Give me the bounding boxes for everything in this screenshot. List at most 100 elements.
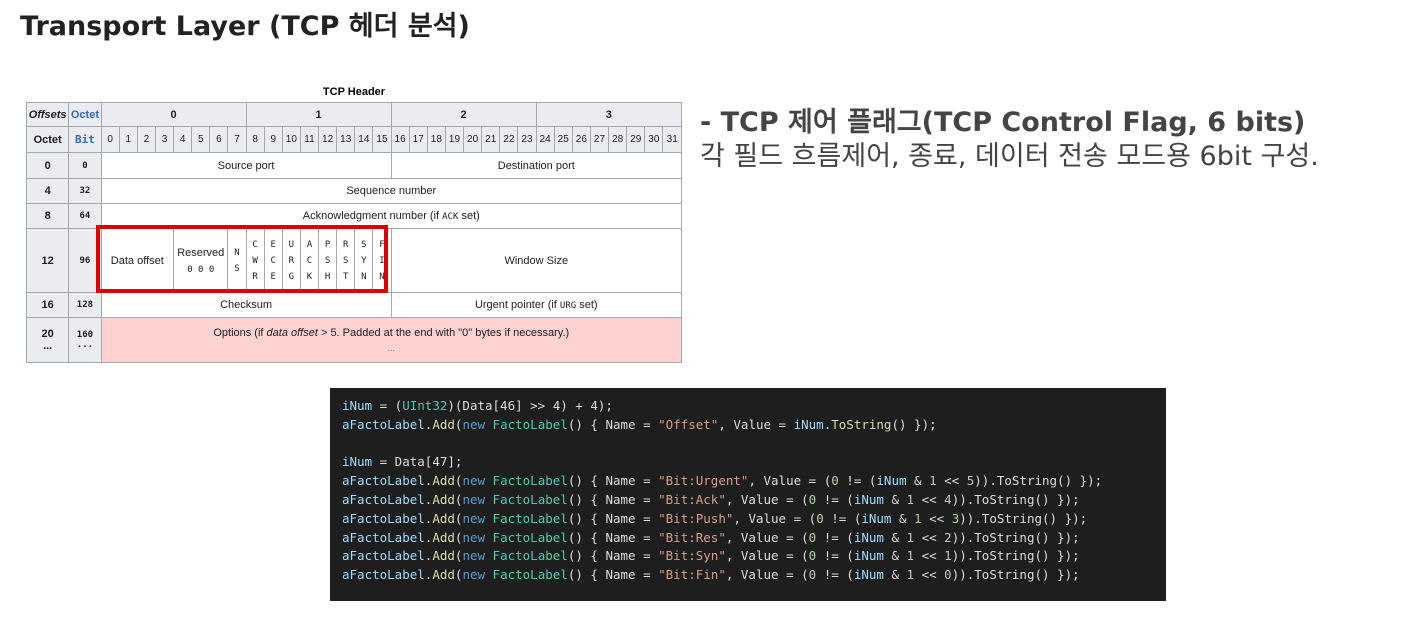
code-token: 0 xyxy=(816,510,824,526)
bit-number: 28 xyxy=(608,126,628,153)
code-token: FactoLabel xyxy=(492,510,568,526)
code-token: aFactoLabel xyxy=(342,416,425,432)
row-bit: 0 xyxy=(68,152,102,179)
code-token: << xyxy=(914,491,945,507)
bit-number: 20 xyxy=(463,126,483,153)
code-token: << xyxy=(914,567,945,583)
bit-number: 18 xyxy=(426,126,446,153)
code-token: iNum xyxy=(853,529,884,545)
code-token: () { Name = xyxy=(567,567,659,583)
code-token: aFactoLabel xyxy=(342,529,425,545)
bit-number: 2 xyxy=(136,126,156,153)
row-octet: 16 xyxy=(25,292,70,318)
urgent-text: Urgent pointer (if xyxy=(474,299,560,311)
control-flags-highlight-box xyxy=(96,225,388,293)
code-token: FactoLabel xyxy=(492,416,568,432)
code-token: aFactoLabel xyxy=(342,567,425,583)
code-token: aFactoLabel xyxy=(342,510,425,526)
code-token: UInt32 xyxy=(402,398,448,413)
control-flag-description: 각 필드 흐름제어, 종료, 데이터 전송 모드용 6bit 구성. xyxy=(700,141,1319,172)
window-size-field: Window Size xyxy=(390,228,683,293)
code-token: 1 xyxy=(914,510,922,526)
bit-number: 4 xyxy=(173,126,193,153)
octet-0-header: 0 xyxy=(100,102,247,127)
code-line: iNum = (UInt32)(Data[46] >> 4) + 4); xyxy=(342,397,1166,416)
row-bit-ellipsis: ... xyxy=(76,340,94,350)
code-token: & xyxy=(883,548,907,564)
code-token: Add xyxy=(432,510,455,526)
octet-label: Octet xyxy=(68,102,102,127)
tcp-header-caption: TCP Header xyxy=(322,86,386,98)
code-token: Add xyxy=(432,567,455,583)
code-token: != ( xyxy=(816,548,854,564)
code-token: << xyxy=(936,473,967,489)
code-token: << xyxy=(914,529,945,545)
code-token: 0 xyxy=(944,567,952,583)
code-token: () { Name = xyxy=(567,416,659,432)
bit-number: 14 xyxy=(354,126,374,153)
bit-number: 15 xyxy=(372,126,392,153)
code-token: Add xyxy=(432,548,455,564)
code-token: = Data[47]; xyxy=(372,454,463,470)
code-token: "Bit:Syn" xyxy=(658,548,726,564)
options-text: Options (if data offset > 5. Padded at t… xyxy=(102,327,680,339)
code-token: "Bit:Ack" xyxy=(658,491,726,507)
code-token: iNum xyxy=(793,416,824,432)
code-token: aFactoLabel xyxy=(342,491,425,507)
code-token: 2 xyxy=(944,529,952,545)
header-row-0: 0 0 Source port Destination port xyxy=(25,152,683,179)
code-token: != ( xyxy=(816,491,854,507)
code-token: )).ToString() }); xyxy=(959,510,1088,526)
offsets-label: Offsets xyxy=(25,102,70,127)
code-token: Add xyxy=(432,491,455,507)
bit-number: 11 xyxy=(299,126,320,153)
header-row-4: 4 32 Sequence number xyxy=(25,178,683,204)
code-token: FactoLabel xyxy=(492,529,568,545)
code-token: 1 xyxy=(906,529,915,545)
bit-number: 3 xyxy=(154,126,175,153)
code-token: "Bit:Fin" xyxy=(658,567,726,583)
code-token: new xyxy=(462,529,486,545)
code-token: iNum xyxy=(853,548,884,564)
header-row-20: 20... 160... Options (if data offset > 5… xyxy=(25,317,683,363)
code-line: iNum = Data[47]; xyxy=(342,453,1166,472)
code-line: aFactoLabel.Add(new FactoLabel() { Name … xyxy=(342,416,1166,435)
code-token: 1 xyxy=(929,473,937,489)
code-snippet: iNum = (UInt32)(Data[46] >> 4) + 4); aFac… xyxy=(330,388,1166,601)
bit-number: 0 xyxy=(100,126,120,153)
octet-1-header: 1 xyxy=(245,102,392,127)
code-token: FactoLabel xyxy=(492,473,568,489)
urgent-pointer-field: Urgent pointer (if URG set) xyxy=(390,292,683,318)
code-token: )).ToString() }); xyxy=(951,567,1080,583)
code-token: new xyxy=(462,416,486,432)
bit-number: 12 xyxy=(318,126,338,153)
code-token: )).ToString() }); xyxy=(951,548,1080,564)
bit-number: 21 xyxy=(481,126,501,153)
urgent-code: URG xyxy=(559,301,577,311)
bit-label: Bit xyxy=(68,126,102,153)
code-token: aFactoLabel xyxy=(342,548,425,564)
code-token: , Value = ( xyxy=(733,510,817,526)
bit-number: 27 xyxy=(589,126,610,153)
code-token: )).ToString() }); xyxy=(951,529,1080,545)
code-token: 1 xyxy=(906,567,915,583)
bit-number: 7 xyxy=(227,126,247,153)
code-line: aFactoLabel.Add(new FactoLabel() { Name … xyxy=(342,510,1166,529)
code-token: & xyxy=(906,473,930,489)
octet-3-header: 3 xyxy=(535,102,683,127)
row-bit: 32 xyxy=(68,178,102,204)
urgent-suffix: set) xyxy=(576,299,598,311)
code-token: () { Name = xyxy=(567,491,659,507)
bit-number: 16 xyxy=(390,126,410,153)
source-port-field: Source port xyxy=(100,152,392,179)
code-token: () { Name = xyxy=(567,510,659,526)
octet-header-row: Offsets Octet 0 1 2 3 xyxy=(25,102,683,127)
code-token: )).ToString() }); xyxy=(951,491,1080,507)
code-token: iNum xyxy=(853,491,884,507)
code-token: 0 xyxy=(831,473,839,489)
code-token: Add xyxy=(432,473,455,489)
